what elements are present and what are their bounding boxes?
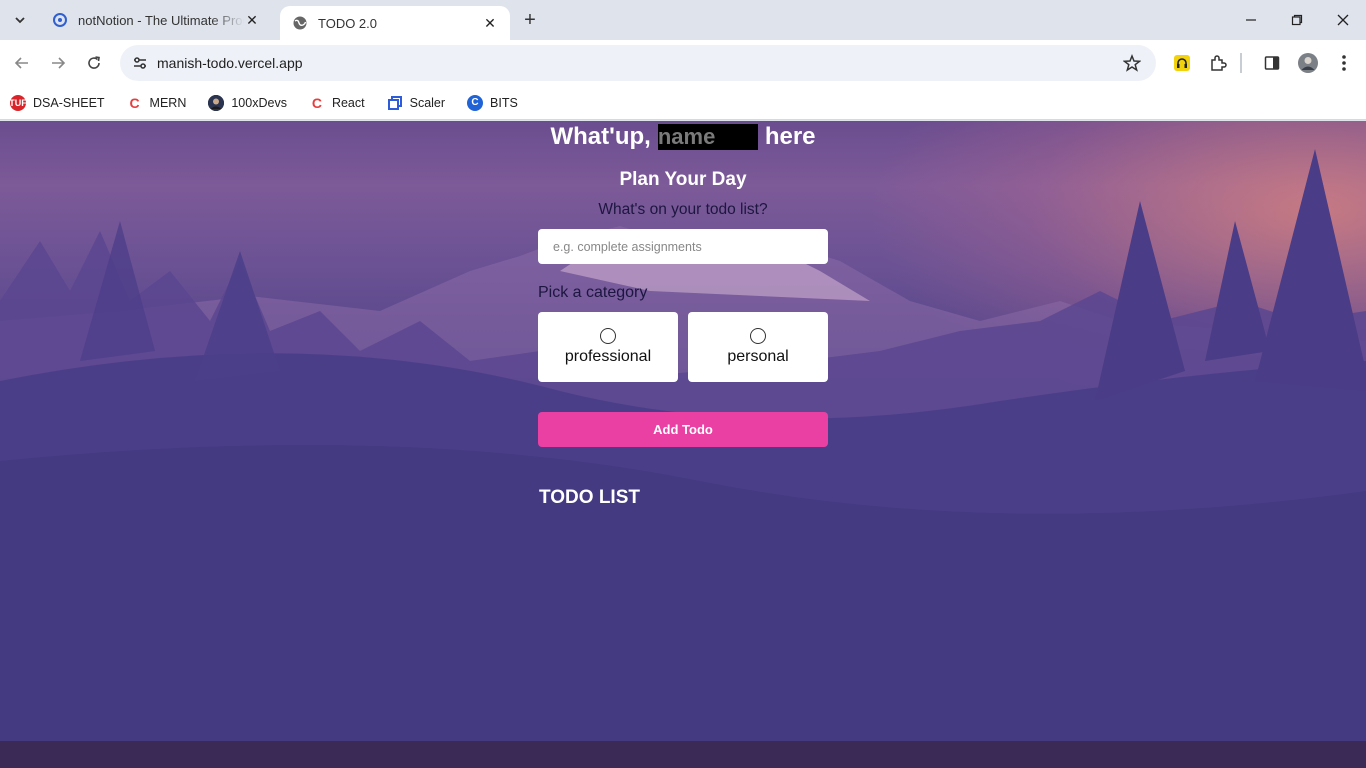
- forward-icon[interactable]: [44, 49, 72, 77]
- toolbar-divider: [1240, 53, 1242, 73]
- close-window-icon[interactable]: [1320, 0, 1366, 40]
- bookmark-mern[interactable]: C MERN: [127, 94, 187, 111]
- globe-icon: [292, 15, 308, 31]
- extension-headphones-icon[interactable]: [1170, 51, 1194, 75]
- bookmark-star-icon[interactable]: [1122, 53, 1142, 73]
- todo-list-title: TODO LIST: [539, 487, 640, 508]
- restore-icon[interactable]: [1274, 0, 1320, 40]
- extensions-puzzle-icon[interactable]: [1206, 51, 1230, 75]
- bookmark-label: BITS: [490, 95, 518, 110]
- greeting-prefix: What'up,: [550, 123, 651, 150]
- greeting-suffix: here: [764, 123, 816, 150]
- bookmark-label: Scaler: [409, 95, 446, 110]
- side-panel-icon[interactable]: [1260, 51, 1284, 75]
- tuf-logo-icon: TUF: [9, 94, 27, 111]
- bookmarks-bar: TUF DSA-SHEET C MERN 100xDevs C React Sc…: [0, 86, 1366, 120]
- tab-notnotion[interactable]: notNotion - The Ultimate Productivity ✕: [40, 0, 272, 40]
- radio-button[interactable]: [600, 328, 616, 344]
- c-logo-icon: C: [467, 94, 484, 111]
- page-viewport: What'up, name here Plan Your Day What's …: [0, 121, 1366, 768]
- todo-input[interactable]: e.g. complete assignments: [538, 229, 828, 264]
- add-todo-button[interactable]: Add Todo: [538, 412, 828, 447]
- tab-todo[interactable]: TODO 2.0 ✕: [280, 6, 510, 40]
- bookmark-bits[interactable]: C BITS: [467, 94, 518, 111]
- radio-button[interactable]: [750, 328, 766, 344]
- c-logo-icon: C: [129, 94, 140, 111]
- page-bottom-band: [0, 741, 1366, 768]
- scaler-logo-icon: [387, 95, 403, 111]
- avatar-icon: [208, 94, 225, 111]
- category-text: professional: [564, 348, 652, 365]
- todo-question: What's on your todo list?: [598, 201, 768, 218]
- browser-toolbar: manish-todo.vercel.app: [0, 40, 1366, 86]
- site-info-icon[interactable]: [128, 51, 152, 75]
- bookmark-scaler[interactable]: Scaler: [387, 95, 445, 111]
- bookmark-100xdevs[interactable]: 100xDevs: [208, 94, 287, 111]
- category-label: Pick a category: [538, 284, 648, 301]
- close-tab-icon[interactable]: ✕: [482, 15, 498, 31]
- profile-avatar[interactable]: [1296, 51, 1320, 75]
- close-tab-icon[interactable]: ✕: [244, 12, 260, 28]
- bookmark-label: MERN: [149, 95, 187, 110]
- new-tab-icon[interactable]: +: [518, 8, 542, 32]
- category-professional[interactable]: professional: [538, 312, 678, 382]
- tab-strip: notNotion - The Ultimate Productivity ✕ …: [0, 0, 1366, 40]
- greeting-heading: What'up, name here: [526, 123, 840, 151]
- todo-input-placeholder: e.g. complete assignments: [553, 239, 702, 254]
- address-bar[interactable]: manish-todo.vercel.app: [120, 45, 1156, 81]
- minimize-icon[interactable]: [1228, 0, 1274, 40]
- reload-icon[interactable]: [80, 49, 108, 77]
- plan-title: Plan Your Day: [619, 169, 747, 190]
- name-input[interactable]: name: [657, 124, 758, 150]
- back-icon[interactable]: [8, 49, 36, 77]
- tab-title: notNotion - The Ultimate Productivity: [78, 12, 244, 28]
- bookmark-label: 100xDevs: [231, 95, 287, 110]
- bookmark-react[interactable]: C React: [309, 95, 365, 111]
- bookmark-dsa-sheet[interactable]: TUF DSA-SHEET: [9, 94, 105, 111]
- url-text: manish-todo.vercel.app: [157, 55, 303, 71]
- bookmark-label: DSA-SHEET: [33, 95, 105, 110]
- tab-search-icon[interactable]: [8, 8, 32, 32]
- bookmark-label: React: [331, 95, 365, 110]
- menu-kebab-icon[interactable]: [1332, 51, 1356, 75]
- c-logo-icon: C: [311, 94, 323, 111]
- category-text: personal: [727, 348, 789, 365]
- tab-title: TODO 2.0: [318, 15, 378, 31]
- notnotion-favicon-icon: [52, 12, 68, 28]
- category-personal[interactable]: personal: [688, 312, 828, 382]
